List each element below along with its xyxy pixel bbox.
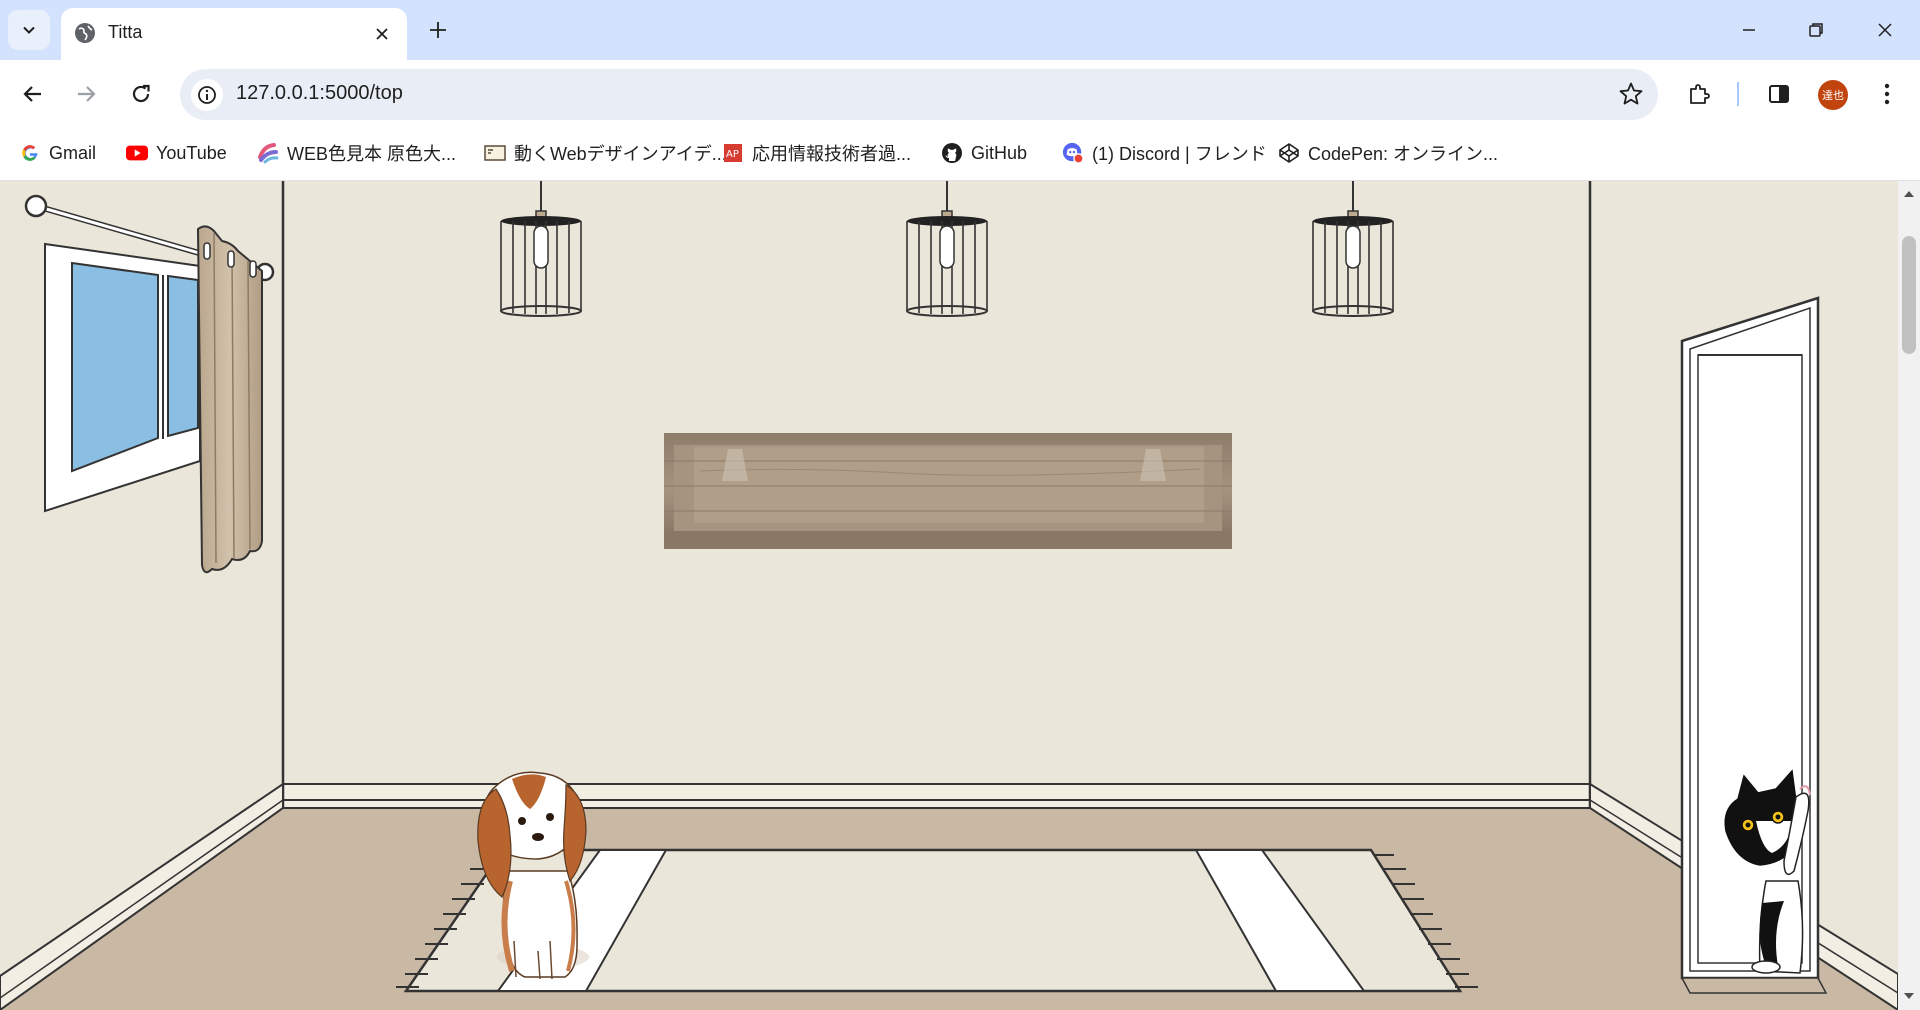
wooden-wall-shelf — [664, 433, 1232, 549]
chevron-down-icon — [23, 26, 35, 34]
profile-avatar[interactable]: 達也 — [1818, 80, 1848, 110]
bookmark-exam[interactable]: AP 応用情報技術者過... — [722, 138, 911, 168]
svg-text:AP: AP — [726, 149, 739, 160]
page-viewport — [0, 181, 1898, 1010]
bookmark-web-color[interactable]: WEB色見本 原色大... — [257, 138, 456, 168]
address-bar[interactable]: 127.0.0.1:5000/top — [180, 69, 1658, 120]
restore-icon — [1809, 23, 1823, 37]
profile-initials: 達也 — [1822, 89, 1844, 102]
reload-button[interactable] — [121, 74, 161, 114]
bookmark-label: 動くWebデザインアイデ... — [514, 144, 727, 164]
plus-icon — [430, 22, 446, 38]
tab-search-button[interactable] — [8, 10, 50, 50]
github-icon — [941, 142, 963, 164]
arrow-left-icon — [23, 86, 41, 102]
back-button[interactable] — [13, 74, 53, 114]
google-icon — [19, 142, 41, 164]
chrome-menu-button[interactable] — [1867, 74, 1907, 114]
scroll-down-arrow-icon[interactable] — [1903, 991, 1915, 1001]
bookmark-label: GitHub — [971, 142, 1028, 163]
youtube-icon — [126, 142, 148, 164]
bookmarks-bar: Gmail YouTube WEB色見本 原色大... 動くWebデザインアイデ… — [0, 128, 1920, 180]
url-text[interactable]: 127.0.0.1:5000/top — [236, 82, 403, 105]
bookmark-label: (1) Discord | フレンド — [1092, 144, 1267, 164]
arrow-right-icon — [78, 86, 96, 102]
bookmark-gmail[interactable]: Gmail — [19, 138, 96, 168]
globe-icon — [75, 23, 95, 43]
codepen-icon — [1278, 142, 1300, 164]
room-illustration — [0, 181, 1898, 1010]
scroll-up-arrow-icon[interactable] — [1903, 189, 1915, 199]
bookmark-youtube[interactable]: YouTube — [126, 138, 227, 168]
close-icon — [376, 28, 388, 40]
bookmark-star-icon[interactable] — [1618, 81, 1644, 107]
new-tab-button[interactable] — [422, 14, 454, 46]
minimize-button[interactable] — [1726, 10, 1772, 50]
more-vertical-icon — [1884, 83, 1890, 105]
toolbar-separator — [1737, 82, 1739, 106]
web-design-icon — [484, 142, 506, 164]
exam-icon: AP — [722, 142, 744, 164]
bookmark-label: WEB色見本 原色大... — [287, 144, 457, 164]
color-palette-icon — [257, 142, 279, 164]
restore-button[interactable] — [1793, 10, 1839, 50]
door — [1680, 296, 1828, 994]
title-bar: Titta — [0, 0, 1920, 60]
bookmark-label: YouTube — [156, 142, 227, 163]
scrollbar-thumb[interactable] — [1902, 236, 1916, 354]
minimize-icon — [1743, 29, 1755, 31]
bookmark-discord[interactable]: (1) Discord | フレンド — [1062, 138, 1267, 168]
bookmark-label: CodePen: オンライン... — [1308, 144, 1499, 164]
bookmark-github[interactable]: GitHub — [941, 138, 1027, 168]
puzzle-icon — [1690, 84, 1710, 104]
tab-title: Titta — [108, 22, 143, 42]
forward-button[interactable] — [66, 74, 106, 114]
page-scrollbar[interactable] — [1898, 181, 1920, 1010]
info-icon — [198, 86, 216, 104]
tab-titta[interactable]: Titta — [61, 8, 407, 60]
discord-icon — [1062, 142, 1084, 164]
reload-icon — [132, 84, 150, 103]
extensions-button[interactable] — [1679, 74, 1719, 114]
close-tab-button[interactable] — [371, 23, 393, 45]
browser-toolbar: 127.0.0.1:5000/top 達也 — [0, 60, 1920, 128]
side-panel-button[interactable] — [1759, 74, 1799, 114]
curtain — [196, 225, 263, 574]
bookmark-label: 応用情報技術者過... — [752, 144, 912, 164]
side-panel-icon — [1769, 85, 1789, 103]
bookmark-codepen[interactable]: CodePen: オンライン... — [1278, 138, 1498, 168]
bookmark-web-design[interactable]: 動くWebデザインアイデ... — [484, 138, 727, 168]
site-info-button[interactable] — [191, 79, 223, 111]
close-icon — [1878, 23, 1892, 37]
close-window-button[interactable] — [1862, 10, 1908, 50]
back-baseboard — [282, 783, 1591, 809]
bookmark-label: Gmail — [49, 142, 97, 163]
